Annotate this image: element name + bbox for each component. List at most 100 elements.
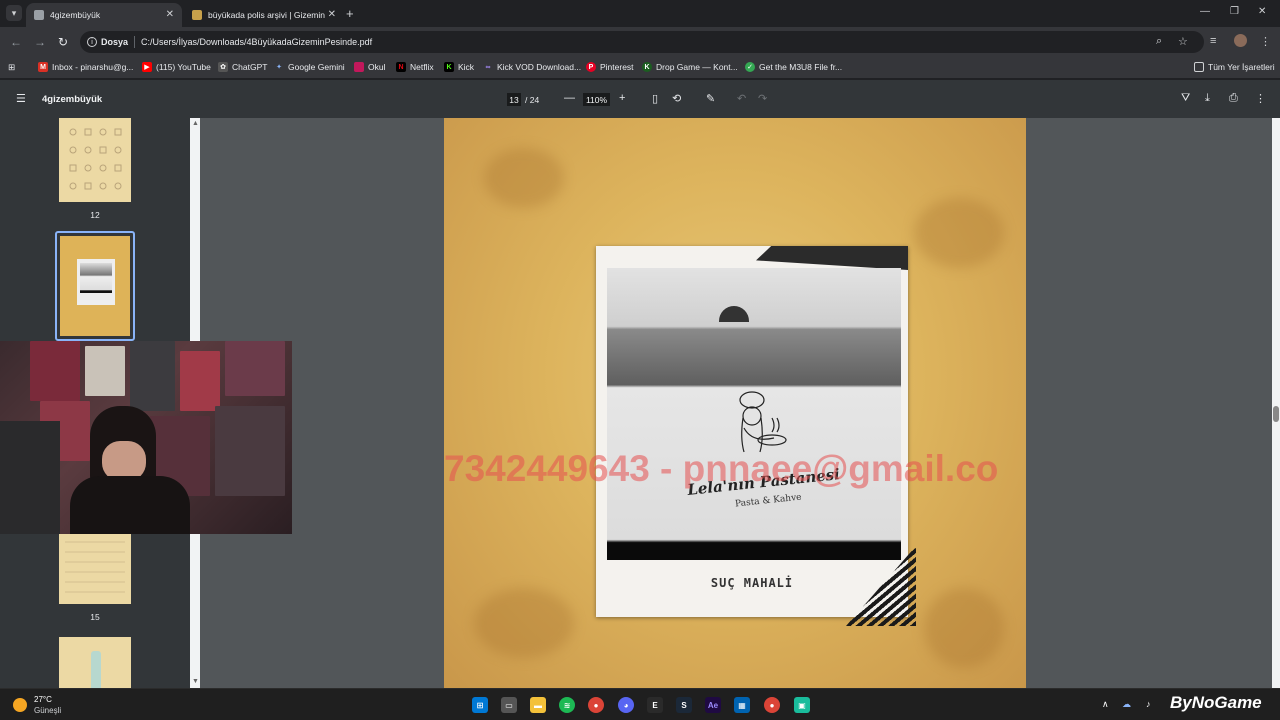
apps-icon[interactable]: ⊞ xyxy=(8,62,15,73)
url-text[interactable]: C:/Users/İlyas/Downloads/4BüyükadaGizemi… xyxy=(141,37,372,47)
mic-icon[interactable]: ♪ xyxy=(1146,699,1151,709)
bookmark-inbox[interactable]: M Inbox - pinarshu@g... xyxy=(38,62,133,72)
pdf-toolbar: ☰ 4gizembüyük 13 / 24 — 110% + ▯ ⟲ ✎ ↶ ↷… xyxy=(0,80,1280,118)
onedrive-icon[interactable]: ☁ xyxy=(1122,699,1131,710)
bookmark-okul[interactable]: Okul xyxy=(354,62,385,72)
bookmark-netflix[interactable]: N Netflix xyxy=(396,62,434,72)
dropgame-icon: K xyxy=(642,62,652,72)
scroll-up-icon[interactable]: ▲ xyxy=(192,120,199,127)
forward-icon[interactable]: → xyxy=(34,35,46,49)
thumbnail-number: 12 xyxy=(90,210,100,220)
print-icon[interactable]: ⎙ xyxy=(1229,92,1238,105)
zoom-input[interactable]: 110% xyxy=(583,93,610,106)
wall-poster xyxy=(215,406,285,496)
bookmark-kick[interactable]: K Kick xyxy=(444,62,474,72)
rotate-icon[interactable]: ⟲ xyxy=(672,92,681,105)
bookmark-label: (115) YouTube xyxy=(156,62,211,72)
tray-chevron-icon[interactable]: ∧ xyxy=(1102,699,1109,710)
chatgpt-icon: ✿ xyxy=(218,62,228,72)
thumbnail-page-16[interactable] xyxy=(59,637,131,688)
bookmark-label: Pinterest xyxy=(600,62,634,72)
undo-icon[interactable]: ↶ xyxy=(737,92,746,105)
task-view-icon[interactable]: ▭ xyxy=(501,697,517,713)
viewer-scrollbar[interactable] xyxy=(1272,118,1280,688)
start-icon[interactable]: ⊞ xyxy=(472,697,488,713)
drive-save-icon[interactable]: ⛛ xyxy=(1181,92,1190,105)
minimize-icon[interactable]: — xyxy=(1200,6,1210,17)
weather-desc[interactable]: Güneşli xyxy=(34,706,61,715)
star-icon[interactable]: ☆ xyxy=(1178,35,1188,48)
okul-icon xyxy=(354,62,364,72)
back-icon[interactable]: ← xyxy=(10,35,22,49)
letter-grid xyxy=(65,541,125,593)
avatar[interactable] xyxy=(1234,34,1247,47)
bookmark-m3u8[interactable]: ✓ Get the M3U8 File fr... xyxy=(745,62,842,72)
file-explorer-icon[interactable]: ▬ xyxy=(530,697,546,713)
webcam-overlay xyxy=(0,341,292,534)
bookmark-label: Tüm Yer İşaretleri xyxy=(1208,62,1275,72)
zoom-icon[interactable]: ⌕ xyxy=(1156,35,1162,48)
bookmark-chatgpt[interactable]: ✿ ChatGPT xyxy=(218,62,267,72)
bookmark-gemini[interactable]: ✦ Google Gemini xyxy=(274,62,345,72)
reload-icon[interactable]: ↻ xyxy=(58,35,68,49)
spotify-icon[interactable]: ≋ xyxy=(559,697,575,713)
tab-pdf[interactable]: 4gizembüyük ✕ xyxy=(26,3,182,27)
scroll-down-icon[interactable]: ▼ xyxy=(192,678,199,685)
wall-poster xyxy=(225,341,285,396)
app-icon[interactable]: ▣ xyxy=(794,697,810,713)
close-icon[interactable]: ✕ xyxy=(328,9,336,20)
bookmark-dropgame[interactable]: K Drop Game — Kont... xyxy=(642,62,738,72)
epic-games-icon[interactable]: E xyxy=(647,697,663,713)
thumbnail-number: 15 xyxy=(90,612,100,622)
bookmark-youtube[interactable]: ▶ (115) YouTube xyxy=(142,62,211,72)
kickvod-icon: ∞ xyxy=(485,63,491,71)
address-bar[interactable]: i Dosya C:/Users/İlyas/Downloads/4Büyüka… xyxy=(80,31,1204,53)
brand-logo: ByNoGame xyxy=(1170,693,1262,712)
menu-icon[interactable]: ⋮ xyxy=(1260,35,1271,48)
after-effects-icon[interactable]: Ae xyxy=(705,697,721,713)
photo-image: Lela'nın Pastanesi Pasta & Kahve xyxy=(607,268,901,560)
thumbnail-page-13-selected[interactable] xyxy=(55,231,135,341)
bookmark-kickvod[interactable]: ∞ Kick VOD Download... xyxy=(483,62,582,72)
calculator-icon[interactable]: ▦ xyxy=(734,697,750,713)
zoom-out-icon[interactable]: — xyxy=(564,92,575,104)
tab-search-button[interactable]: ▾ xyxy=(6,5,22,21)
scroll-thumb[interactable] xyxy=(1273,406,1279,422)
fit-page-icon[interactable]: ▯ xyxy=(652,92,658,105)
new-tab-button[interactable]: + xyxy=(346,6,354,21)
thumbnail-page-15[interactable] xyxy=(59,534,131,604)
tab-archive[interactable]: büyükada polis arşivi | Gizemin ✕ xyxy=(184,3,344,27)
close-icon[interactable]: ✕ xyxy=(166,9,174,20)
bookmark-label: Kick VOD Download... xyxy=(497,62,582,72)
all-bookmarks[interactable]: Tüm Yer İşaretleri xyxy=(1194,62,1275,72)
discord-icon[interactable]: ◕ xyxy=(618,697,634,713)
wall-poster xyxy=(30,341,80,401)
polaroid-photo: Lela'nın Pastanesi Pasta & Kahve SUÇ MAH… xyxy=(596,246,916,626)
info-icon[interactable]: i xyxy=(87,37,97,47)
head-silhouette xyxy=(719,306,749,322)
weather-temp[interactable]: 27°C xyxy=(34,695,52,704)
kick-icon: K xyxy=(444,62,454,72)
bookmark-pinterest[interactable]: P Pinterest xyxy=(586,62,634,72)
restore-icon[interactable]: ❐ xyxy=(1230,6,1239,17)
page-number-input[interactable]: 13 xyxy=(507,93,521,106)
sun-icon[interactable] xyxy=(13,698,27,712)
more-icon[interactable]: ⋮ xyxy=(1255,92,1266,105)
download-icon[interactable]: ⤓ xyxy=(1205,92,1210,105)
windows-taskbar: 27°C Güneşli ⊞ ▭ ▬ ≋ ● ◕ E S Ae ▦ ● ▣ ∧ … xyxy=(0,688,1280,720)
chrome-icon[interactable]: ● xyxy=(588,697,604,713)
window-close-icon[interactable]: ✕ xyxy=(1258,6,1266,17)
pinterest-icon: P xyxy=(586,62,596,72)
pdf-title: 4gizembüyük xyxy=(42,94,103,105)
chrome-active-icon[interactable]: ● xyxy=(764,697,780,713)
symbols-grid xyxy=(69,128,122,190)
reading-list-icon[interactable]: ≡ xyxy=(1210,35,1216,47)
redo-icon[interactable]: ↷ xyxy=(758,92,767,105)
site-chip[interactable]: Dosya xyxy=(101,37,128,47)
zoom-in-icon[interactable]: + xyxy=(619,92,625,104)
hamburger-menu-icon[interactable]: ☰ xyxy=(16,92,26,105)
thumbnail-page-12[interactable] xyxy=(59,118,131,202)
box-sub-text: Pasta & Kahve xyxy=(734,492,802,510)
annotate-icon[interactable]: ✎ xyxy=(706,92,715,105)
steam-icon[interactable]: S xyxy=(676,697,692,713)
